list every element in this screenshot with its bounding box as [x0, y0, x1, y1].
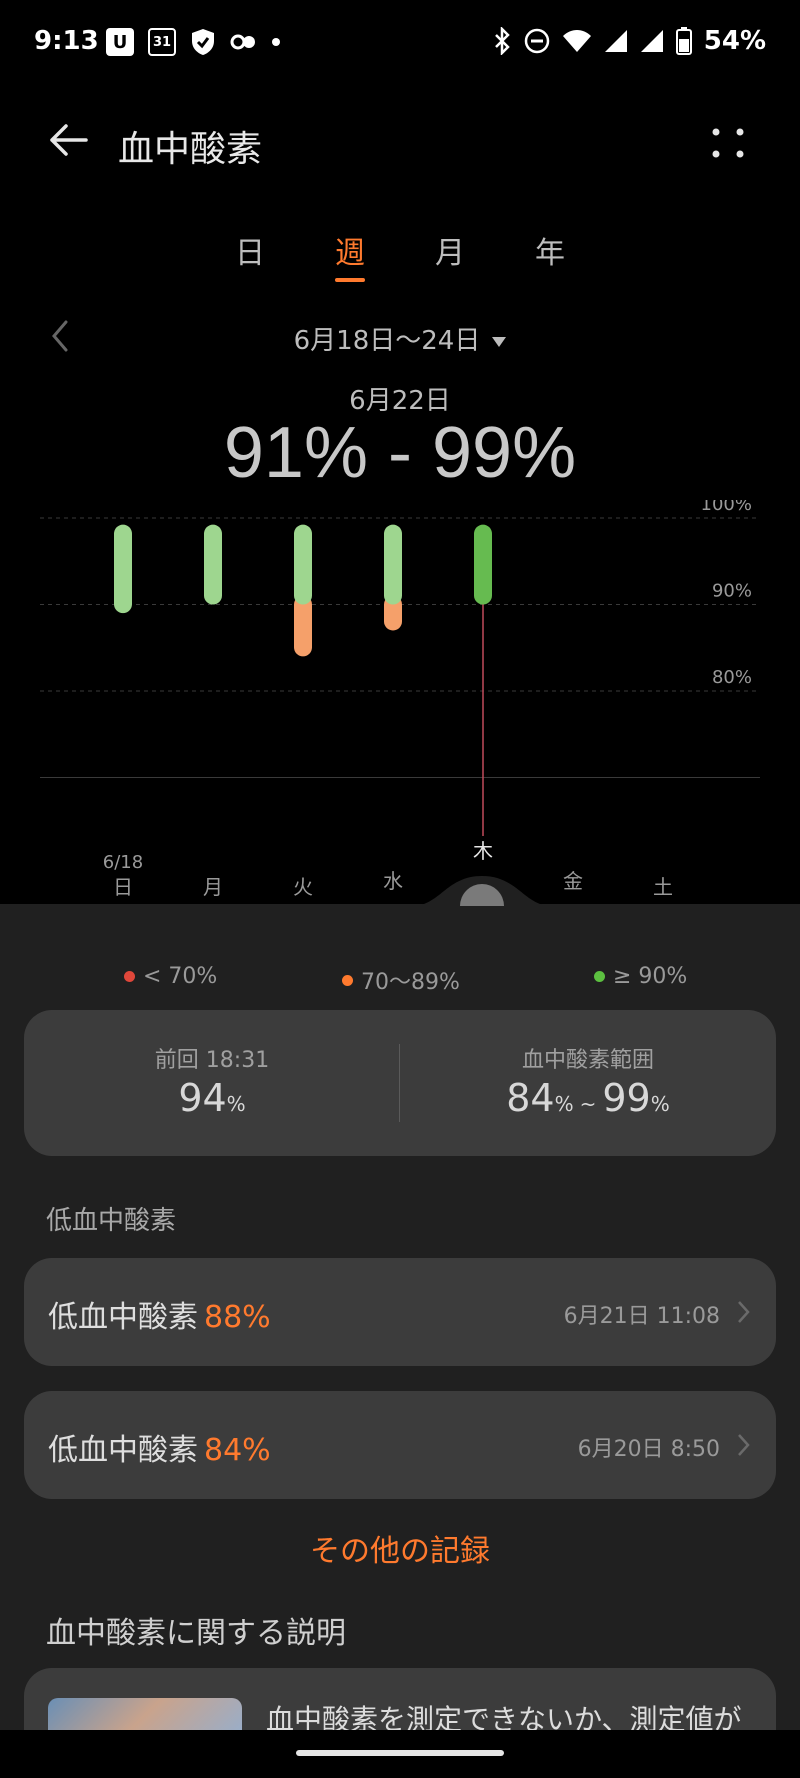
legend-item-high: ≥ 90%: [594, 964, 687, 989]
y-tick-label: 80%: [712, 667, 752, 688]
signal-icon-2: [640, 30, 663, 52]
home-gesture-handle[interactable]: [296, 1750, 504, 1756]
legend-dot-orange: [342, 974, 353, 986]
record-percent: 84%: [204, 1433, 271, 1468]
low-spo2-record[interactable]: 低血中酸素 88% 6月21日 11:08: [24, 1258, 776, 1366]
period-tabs: 日 週 月 年: [0, 228, 800, 288]
bar-segment-green: [294, 524, 312, 605]
chevron-right-icon: [738, 1434, 750, 1456]
shield-icon: [192, 29, 214, 55]
link-icon: [230, 34, 255, 50]
bar-segment-orange: [294, 595, 312, 657]
bluetooth-icon: [494, 27, 510, 55]
notification-icons: U 31: [106, 28, 280, 56]
last-measurement-value: 94%: [178, 1076, 246, 1120]
bar-segment-green: [204, 524, 222, 605]
page-title: 血中酸素: [118, 129, 263, 170]
spo2-range: 血中酸素範囲 84% ~99%: [400, 1010, 776, 1156]
last-measurement-label: 前回 18:31: [154, 1048, 270, 1073]
info-article-card[interactable]: 血中酸素を測定できないか、測定値が: [24, 1668, 776, 1730]
record-time: 6月21日 11:08: [563, 1304, 720, 1329]
summary-card: 前回 18:31 94% 血中酸素範囲 84% ~99%: [24, 1010, 776, 1156]
tab-year[interactable]: 年: [520, 228, 580, 272]
spo2-range-value: 84% ~99%: [506, 1076, 670, 1120]
more-records-link[interactable]: その他の記録: [0, 1526, 800, 1570]
legend-item-mid: 70〜89%: [342, 964, 460, 996]
selected-range-value: 91% - 99%: [223, 413, 577, 493]
status-bar: 9:13 U 31 54%: [0, 0, 800, 90]
tab-day[interactable]: 日: [220, 228, 280, 272]
date-range-label: 6月18日〜24日: [293, 326, 481, 356]
date-range-selector[interactable]: 6月18日〜24日: [0, 320, 800, 357]
u-app-icon: U: [106, 28, 134, 56]
spo2-weekly-chart[interactable]: 100%90%80%日月火水木金 土6/18: [0, 500, 800, 904]
navigation-bar: [0, 1730, 800, 1778]
record-label: 低血中酸素: [48, 1300, 198, 1335]
battery-icon: [675, 27, 692, 55]
y-tick-label: 100%: [701, 500, 752, 515]
low-spo2-record[interactable]: 低血中酸素 84% 6月20日 8:50: [24, 1391, 776, 1499]
spo2-range-label: 血中酸素範囲: [521, 1048, 654, 1073]
legend-item-low: < 70%: [124, 964, 217, 989]
back-arrow-icon[interactable]: [46, 118, 90, 162]
status-time: 9:13: [34, 26, 99, 56]
info-section-title: 血中酸素に関する説明: [46, 1616, 346, 1651]
record-time: 6月20日 8:50: [577, 1437, 720, 1462]
chevron-right-icon: [738, 1301, 750, 1323]
more-notifications-dot: [272, 38, 280, 46]
signal-icon: [604, 30, 627, 52]
bar-segment-green: [384, 524, 402, 605]
calendar-icon: 31: [148, 28, 176, 56]
bar-segment-green: [114, 524, 132, 614]
legend-dot-red: [124, 971, 135, 982]
wifi-icon: [562, 30, 591, 52]
record-percent: 88%: [204, 1300, 271, 1335]
article-text: 血中酸素を測定できないか、測定値が: [266, 1703, 742, 1730]
tab-week[interactable]: 週: [320, 228, 380, 282]
article-thumbnail: [48, 1698, 242, 1730]
more-options-icon[interactable]: [708, 124, 748, 164]
bar-segment-green: [474, 524, 492, 605]
tab-month[interactable]: 月: [420, 228, 480, 272]
y-tick-label: 90%: [712, 581, 752, 602]
battery-percent: 54%: [703, 26, 766, 56]
chart-handle-notch: [0, 876, 800, 906]
low-spo2-section-title: 低血中酸素: [46, 1206, 177, 1236]
record-label: 低血中酸素: [48, 1433, 198, 1468]
chart-legend: < 70% 70〜89% ≥ 90%: [0, 964, 800, 998]
last-measurement: 前回 18:31 94%: [24, 1010, 400, 1156]
dnd-icon: [524, 28, 550, 54]
system-icons: 54%: [492, 26, 766, 56]
dropdown-caret-icon: [492, 336, 507, 347]
legend-dot-green: [594, 971, 605, 982]
